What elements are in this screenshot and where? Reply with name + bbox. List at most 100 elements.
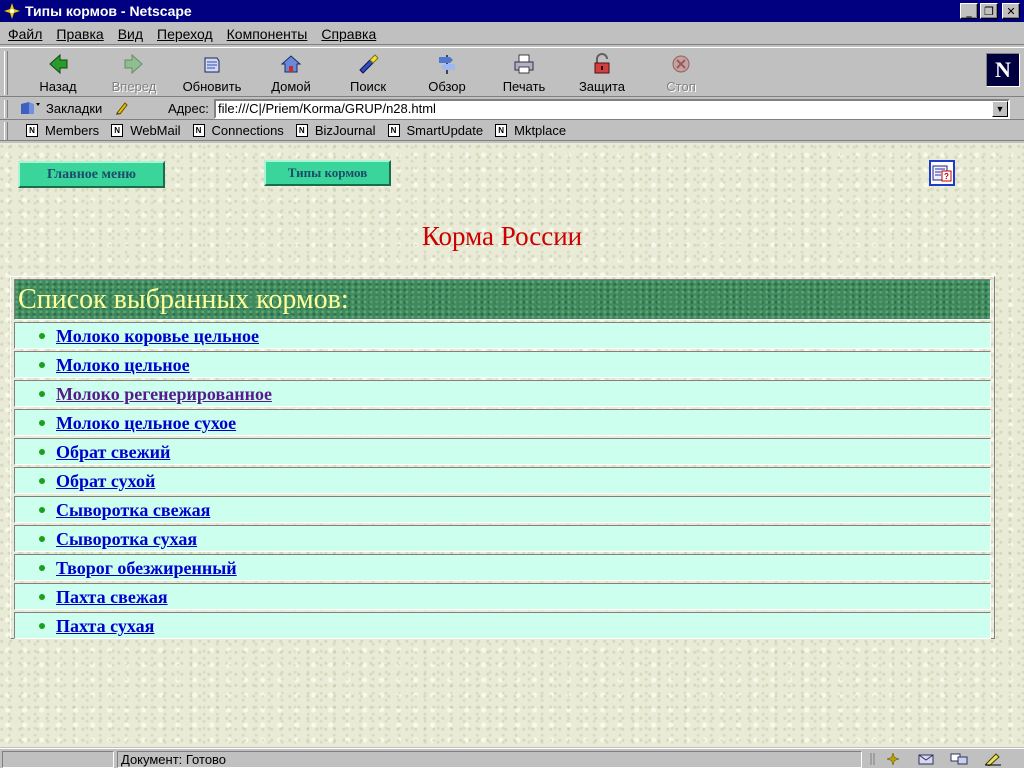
search-flashlight-icon (356, 52, 380, 76)
personal-grip[interactable] (4, 122, 8, 140)
mail-component-icon[interactable] (918, 751, 936, 767)
feed-list-row: Сыворотка свежая (14, 496, 991, 523)
print-button[interactable]: Печать (488, 52, 560, 96)
bookmark-page-icon: N (111, 124, 124, 137)
menu-view[interactable]: Вид (118, 26, 143, 42)
menu-go-label: Переход (157, 25, 213, 42)
personal-link-label: Connections (211, 123, 284, 138)
forward-button[interactable]: Вперед (98, 52, 170, 96)
discussions-component-icon[interactable] (950, 751, 968, 767)
menu-file-label: Файл (8, 25, 43, 42)
svg-text:?: ? (944, 172, 949, 181)
address-dropdown-arrow-icon[interactable]: ▼ (992, 101, 1008, 117)
page-content: Главное меню Типы кормов ? Корма России … (0, 143, 1024, 747)
composer-component-icon[interactable] (984, 751, 1002, 767)
bookmark-page-icon: N (26, 124, 38, 137)
personal-link-label: BizJournal (314, 123, 376, 138)
back-button[interactable]: Назад (22, 52, 94, 96)
status-bar: Документ: Готово (0, 748, 1024, 768)
feed-link[interactable]: Молоко цельное сухое (56, 413, 236, 434)
personal-link-members[interactable]: N Members (26, 123, 99, 138)
feed-list-row: Пахта сухая (14, 612, 991, 639)
feed-link[interactable]: Сыворотка сухая (56, 529, 197, 550)
feed-link[interactable]: Молоко регенерированное (56, 384, 272, 405)
menu-components[interactable]: Компоненты (227, 26, 308, 42)
bookmark-page-icon: N (387, 124, 400, 137)
feed-link[interactable]: Молоко коровье цельное (56, 326, 259, 347)
toolbar-grip[interactable] (4, 51, 8, 95)
feed-link[interactable]: Обрат свежий (56, 442, 170, 463)
personal-link-connections[interactable]: N Connections (192, 123, 284, 138)
feed-list-row: Творог обезжиренный (14, 554, 991, 581)
bookmark-page-icon: N (495, 124, 508, 137)
netscape-logo[interactable]: N (986, 53, 1020, 87)
security-button[interactable]: Защита (566, 52, 638, 96)
personal-link-label: WebMail (130, 123, 181, 138)
page-title: Корма России (421, 221, 583, 251)
help-icon[interactable]: ? (929, 160, 955, 186)
personal-link-smartupdate[interactable]: N SmartUpdate (387, 123, 484, 138)
stop-button[interactable]: Стоп (645, 52, 717, 96)
bullet-icon (39, 594, 45, 600)
reload-button[interactable]: Обновить (176, 52, 248, 96)
personal-link-mktplace[interactable]: N Mktplace (495, 123, 566, 138)
feed-list-table: Список выбранных кормов: Молоко коровье … (10, 276, 995, 639)
reload-label: Обновить (182, 79, 242, 94)
padlock-icon (590, 52, 614, 76)
back-label: Назад (39, 79, 77, 94)
feed-list-row: Пахта свежая (14, 583, 991, 610)
reload-icon (200, 52, 224, 76)
page-proxy-icon[interactable] (114, 100, 130, 116)
search-button[interactable]: Поиск (332, 52, 404, 96)
navigator-component-icon[interactable] (884, 751, 902, 767)
feed-list-header: Список выбранных кормов: (14, 279, 991, 320)
restore-button[interactable]: ❐ (980, 3, 998, 19)
bookmarks-label: Закладки (46, 100, 103, 116)
feed-list-row: Обрат сухой (14, 467, 991, 494)
bookmarks-button[interactable]: Закладки (20, 100, 130, 116)
home-button[interactable]: Домой (255, 52, 327, 96)
personal-link-webmail[interactable]: N WebMail (111, 123, 181, 138)
feed-types-button[interactable]: Типы кормов (264, 160, 391, 186)
menu-go[interactable]: Переход (157, 26, 213, 42)
personal-link-label: Members (45, 123, 100, 138)
feed-list-row: Молоко цельное (14, 351, 991, 378)
bullet-icon (39, 420, 45, 426)
stop-label: Стоп (666, 79, 696, 94)
menu-file[interactable]: Файл (8, 26, 42, 42)
feed-list-row: Молоко цельное сухое (14, 409, 991, 436)
menu-edit[interactable]: Правка (56, 26, 103, 42)
menu-help[interactable]: Справка (321, 26, 376, 42)
bullet-icon (39, 565, 45, 571)
menu-components-label: Компоненты (226, 25, 308, 42)
feed-list-row: Молоко регенерированное (14, 380, 991, 407)
guide-label: Обзор (428, 79, 466, 94)
address-field[interactable]: file:///C|/Priem/Korma/GRUP/n28.html (214, 99, 1010, 119)
print-label: Печать (502, 79, 546, 94)
bookmark-page-icon: N (192, 124, 205, 137)
home-label: Домой (271, 79, 311, 94)
back-arrow-icon (46, 52, 70, 76)
feed-link[interactable]: Творог обезжиренный (56, 558, 237, 579)
bullet-icon (39, 507, 45, 513)
feed-link[interactable]: Пахта свежая (56, 587, 168, 608)
personal-link-bizjournal[interactable]: N BizJournal (295, 123, 376, 138)
forward-label: Вперед (111, 79, 157, 94)
location-grip[interactable] (4, 100, 8, 118)
main-menu-button[interactable]: Главное меню (18, 161, 165, 188)
bullet-icon (39, 333, 45, 339)
personal-toolbar: N Members N WebMail N Connections N BizJourn… (0, 121, 1024, 141)
feed-link[interactable]: Пахта сухая (56, 616, 154, 637)
close-button[interactable]: ✕ (1002, 3, 1020, 19)
guide-button[interactable]: Обзор (411, 52, 483, 96)
bullet-icon (39, 391, 45, 397)
feed-link[interactable]: Молоко цельное (56, 355, 190, 376)
minimize-button[interactable]: _ (960, 3, 978, 19)
bullet-icon (39, 449, 45, 455)
menu-view-label: Вид (117, 25, 144, 42)
feed-link[interactable]: Обрат сухой (56, 471, 155, 492)
feed-list-row: Обрат свежий (14, 438, 991, 465)
feed-list-row: Сыворотка сухая (14, 525, 991, 552)
personal-link-label: SmartUpdate (406, 123, 484, 138)
feed-link[interactable]: Сыворотка свежая (56, 500, 210, 521)
